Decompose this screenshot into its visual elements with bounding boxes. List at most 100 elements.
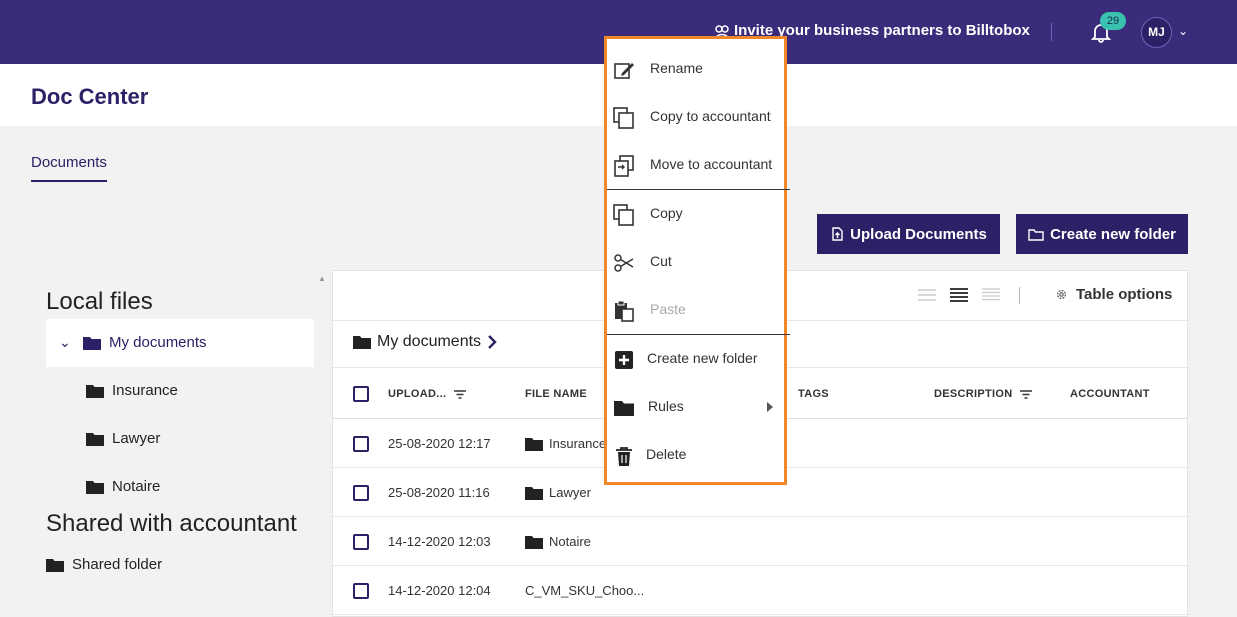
menu-item-copy[interactable]: Copy <box>607 190 784 238</box>
local-files-heading: Local files <box>46 288 153 315</box>
sidebar-item-label: Lawyer <box>112 430 161 447</box>
row-checkbox[interactable] <box>353 583 369 599</box>
menu-item-delete[interactable]: Delete <box>607 431 784 479</box>
menu-item-rules[interactable]: Rules <box>607 383 784 431</box>
shared-with-accountant-heading: Shared with accountant <box>46 510 297 537</box>
chevron-down-icon[interactable]: ⌄ <box>1178 24 1188 38</box>
sidebar-item-insurance[interactable]: Insurance <box>86 382 178 399</box>
file-name-label: C_VM_SKU_Choo... <box>525 583 645 598</box>
list-view-compact-icon[interactable] <box>918 288 936 302</box>
chevron-right-icon <box>488 335 497 349</box>
folder-icon <box>525 535 543 549</box>
column-file-name[interactable]: FILE NAME <box>525 388 587 400</box>
cell-uploaded: 14-12-2020 12:04 <box>388 583 491 598</box>
cell-file-name[interactable]: Lawyer <box>525 485 591 500</box>
folder-icon <box>83 336 101 350</box>
file-name-label: Notaire <box>549 534 591 549</box>
menu-item-paste[interactable]: Paste <box>607 286 784 334</box>
upload-icon <box>832 227 843 241</box>
page-title: Doc Center <box>31 84 149 109</box>
column-label: TAGS <box>798 388 829 400</box>
notification-badge: 29 <box>1100 12 1126 30</box>
menu-item-create-new-folder[interactable]: Create new folder <box>607 335 784 383</box>
cell-file-name[interactable]: C_VM_SKU_Choo... <box>525 583 644 598</box>
menu-item-label: Create new folder <box>647 350 758 366</box>
new-folder-icon <box>1028 228 1044 241</box>
column-tags[interactable]: TAGS <box>798 388 829 400</box>
menu-item-label: Rename <box>650 60 703 76</box>
select-all-checkbox[interactable] <box>353 386 369 402</box>
table-row[interactable]: 14-12-2020 12:04 C_VM_SKU_Choo... <box>333 566 1187 615</box>
sidebar-item-shared-folder[interactable]: Shared folder <box>46 556 162 573</box>
paste-icon <box>615 300 634 322</box>
scroll-up-arrow[interactable]: ▲ <box>318 274 326 283</box>
menu-item-label: Paste <box>650 301 686 317</box>
list-view-dense-icon[interactable] <box>982 288 1000 302</box>
scissors-icon <box>614 254 634 272</box>
menu-item-copy-to-accountant[interactable]: Copy to accountant <box>607 93 784 141</box>
column-label: UPLOAD... <box>388 388 447 400</box>
menu-item-label: Copy to accountant <box>650 108 771 124</box>
copy-icon <box>613 107 634 129</box>
avatar[interactable]: MJ <box>1141 17 1172 48</box>
cell-file-name[interactable]: Insurance <box>525 436 606 451</box>
chevron-down-icon[interactable]: ⌄ <box>59 334 75 351</box>
menu-item-label: Delete <box>646 446 687 462</box>
trash-icon <box>616 447 632 466</box>
upload-documents-button[interactable]: Upload Documents <box>817 214 1000 254</box>
cell-uploaded: 25-08-2020 12:17 <box>388 436 491 451</box>
cell-file-name[interactable]: Notaire <box>525 534 591 549</box>
folder-icon <box>353 336 371 349</box>
column-description[interactable]: DESCRIPTION <box>934 388 1033 400</box>
folder-icon <box>86 480 104 494</box>
context-menu: Rename Copy to accountant Move to accoun… <box>604 36 790 485</box>
gear-icon <box>1056 289 1067 300</box>
sidebar-item-lawyer[interactable]: Lawyer <box>86 430 160 447</box>
table-options-button[interactable]: Table options <box>1055 286 1172 303</box>
sidebar-item-my-documents[interactable]: ⌄ My documents <box>59 334 207 351</box>
plus-icon <box>615 351 633 369</box>
tab-documents[interactable]: Documents <box>31 154 107 182</box>
folder-icon <box>86 384 104 398</box>
list-view-default-icon[interactable] <box>950 288 968 302</box>
move-icon <box>614 155 634 177</box>
column-accountant[interactable]: ACCOUNTANT <box>1070 388 1150 400</box>
file-name-label: Lawyer <box>549 485 591 500</box>
caret-right-icon <box>767 402 773 412</box>
sidebar-item-label: Shared folder <box>72 556 163 573</box>
create-new-folder-button[interactable]: Create new folder <box>1016 214 1188 254</box>
column-label: ACCOUNTANT <box>1070 388 1150 400</box>
row-checkbox[interactable] <box>353 436 369 452</box>
folder-icon <box>46 558 64 572</box>
folder-icon <box>614 401 634 416</box>
toolbar-divider <box>1019 287 1020 304</box>
copy-icon <box>613 204 634 226</box>
filter-icon[interactable] <box>454 389 467 399</box>
sidebar-item-label: Insurance <box>112 382 178 399</box>
upload-label: Upload Documents <box>850 225 987 243</box>
sidebar-item-notaire[interactable]: Notaire <box>86 478 160 495</box>
row-checkbox[interactable] <box>353 485 369 501</box>
folder-icon <box>525 486 543 500</box>
menu-item-label: Cut <box>650 253 672 269</box>
table-row[interactable]: 14-12-2020 12:03 Notaire <box>333 517 1187 566</box>
menu-item-move-to-accountant[interactable]: Move to accountant <box>607 141 784 189</box>
sidebar-item-label: Notaire <box>112 478 161 495</box>
menu-item-label: Move to accountant <box>650 156 773 172</box>
table-options-label: Table options <box>1076 286 1173 303</box>
menu-item-label: Copy <box>650 205 683 221</box>
menu-item-cut[interactable]: Cut <box>607 238 784 286</box>
column-uploaded[interactable]: UPLOAD... <box>388 388 467 400</box>
breadcrumb-current[interactable]: My documents <box>377 333 481 351</box>
menu-item-rename[interactable]: Rename <box>607 45 784 93</box>
column-label: DESCRIPTION <box>934 388 1013 400</box>
sidebar-item-label: My documents <box>109 334 207 351</box>
row-checkbox[interactable] <box>353 534 369 550</box>
cell-uploaded: 14-12-2020 12:03 <box>388 534 491 549</box>
cell-uploaded: 25-08-2020 11:16 <box>388 485 490 500</box>
header-divider <box>1051 23 1052 41</box>
create-folder-label: Create new folder <box>1050 225 1176 243</box>
breadcrumb: My documents <box>353 333 497 351</box>
folder-sidebar: Local files ⌄ My documents Insurance Law… <box>31 270 314 617</box>
filter-icon[interactable] <box>1020 389 1033 399</box>
